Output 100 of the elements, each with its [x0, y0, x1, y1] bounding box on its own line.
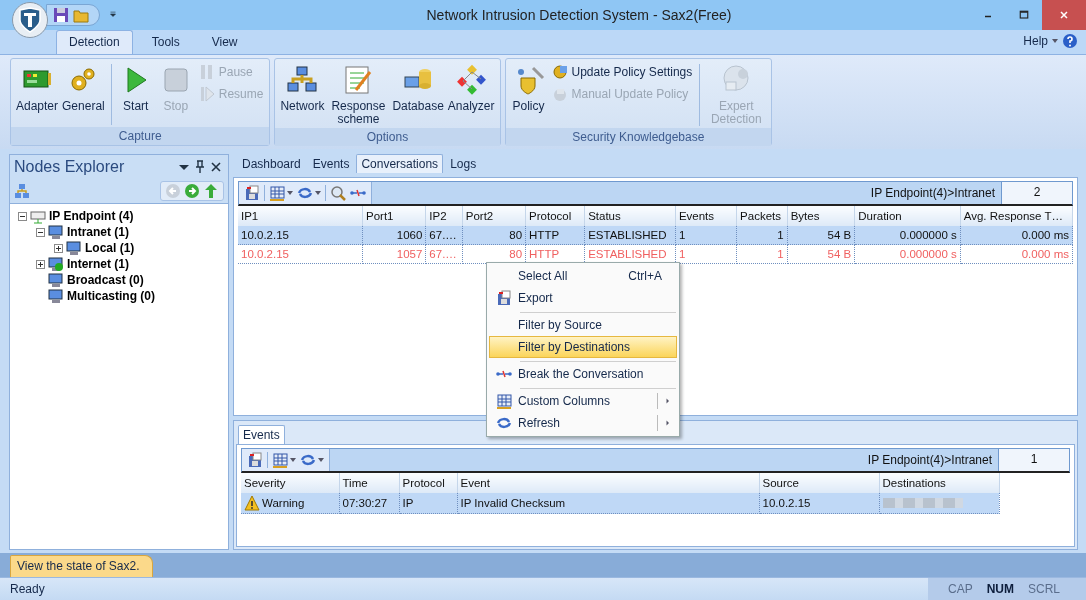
- document-tab[interactable]: Conversations: [356, 154, 444, 173]
- help-icon: [1062, 33, 1078, 49]
- ribbon-button[interactable]: Policy: [508, 62, 549, 115]
- refresh-icon: [297, 185, 313, 201]
- column-header[interactable]: Packets: [736, 206, 788, 226]
- folder-icon: [73, 7, 89, 23]
- floppy-export-icon: [244, 185, 260, 201]
- export-button[interactable]: [247, 452, 263, 468]
- table-cell: IP Invalid Checksum: [457, 493, 759, 514]
- up-button[interactable]: [203, 183, 219, 199]
- column-header[interactable]: Severity: [241, 473, 339, 493]
- column-header[interactable]: Avg. Response T…: [960, 206, 1073, 226]
- column-header[interactable]: Protocol: [525, 206, 585, 226]
- warning-icon: [244, 495, 260, 511]
- network-icon: [14, 183, 30, 199]
- column-header[interactable]: Protocol: [399, 473, 457, 493]
- table-cell: 1057: [362, 244, 426, 264]
- collapse-toggle-icon[interactable]: [36, 227, 45, 237]
- document-tab[interactable]: Logs: [445, 154, 482, 173]
- table-cell: 1060: [362, 226, 426, 245]
- collapse-toggle-icon[interactable]: [18, 211, 27, 221]
- forward-button[interactable]: [184, 183, 200, 199]
- maximize-icon: [1018, 9, 1030, 21]
- ribbon-button[interactable]: Network: [278, 62, 327, 115]
- menu-item[interactable]: Select All Ctrl+A: [489, 265, 677, 287]
- table-cell: 67.…: [425, 244, 463, 264]
- menu-item[interactable]: Refresh: [489, 412, 677, 434]
- caret-icon: [1052, 39, 1058, 43]
- panel-title: Nodes Explorer: [14, 158, 126, 176]
- column-header[interactable]: Source: [759, 473, 879, 493]
- ribbon-button[interactable]: Start: [115, 62, 156, 115]
- ribbon-button[interactable]: Response scheme: [326, 62, 391, 128]
- tree-item[interactable]: Internet (1): [67, 257, 129, 271]
- columns-button[interactable]: [272, 452, 296, 468]
- table-cell: IP: [399, 493, 457, 514]
- submenu-arrow-icon: [664, 418, 672, 428]
- columns-button[interactable]: [269, 185, 293, 201]
- ribbon-button[interactable]: Database: [390, 62, 446, 115]
- tree-item[interactable]: Intranet (1): [67, 225, 129, 239]
- panel-tab[interactable]: Events: [238, 425, 285, 444]
- globe-computer-icon: [48, 256, 64, 272]
- ribbon-tab[interactable]: Tools: [138, 30, 193, 54]
- column-header[interactable]: Status: [584, 206, 676, 226]
- submenu-arrow-icon: [664, 396, 672, 406]
- refresh-icon: [300, 452, 316, 468]
- help-menu[interactable]: Help: [1023, 34, 1048, 48]
- column-header[interactable]: Port2: [462, 206, 526, 226]
- table-cell: 54 B: [787, 226, 855, 245]
- ribbon-tab[interactable]: Detection: [56, 30, 133, 54]
- table-cell: 0.000 ms: [960, 244, 1073, 264]
- app-logo[interactable]: [12, 2, 48, 38]
- ribbon-button[interactable]: Analyzer: [445, 62, 497, 115]
- column-header[interactable]: Destinations: [879, 473, 999, 493]
- computer-icon: [66, 240, 82, 256]
- export-button[interactable]: [244, 185, 260, 201]
- menu-item[interactable]: Filter by Destinations: [489, 336, 677, 358]
- table-cell: 0.000000 s: [854, 244, 961, 264]
- column-header[interactable]: IP1: [238, 206, 363, 226]
- table-icon: [269, 185, 285, 201]
- refresh-button[interactable]: [300, 452, 324, 468]
- breadcrumb: IP Endpoint(4)>Intranet: [867, 453, 993, 467]
- column-header[interactable]: Time: [339, 473, 399, 493]
- document-tab[interactable]: View the state of Sax2.: [10, 555, 153, 577]
- column-header[interactable]: Event: [457, 473, 759, 493]
- tree-item[interactable]: IP Endpoint (4): [49, 209, 134, 223]
- column-header[interactable]: Events: [675, 206, 737, 226]
- count-field: 1: [998, 449, 1069, 471]
- menu-item[interactable]: Export: [489, 287, 677, 309]
- document-tab[interactable]: Dashboard: [237, 154, 306, 173]
- expand-toggle-icon[interactable]: [36, 259, 45, 269]
- group-title: Security Knowledgebase: [505, 128, 772, 146]
- tree-item[interactable]: Broadcast (0): [67, 273, 144, 287]
- table-cell: 67.…: [425, 226, 463, 245]
- ribbon-button[interactable]: Update Policy Settings: [548, 62, 696, 82]
- ribbon-tab[interactable]: View: [198, 30, 251, 54]
- table-cell: 07:30:27: [339, 493, 399, 514]
- router-icon: [30, 208, 46, 224]
- status-text: Ready: [9, 582, 46, 596]
- computer-icon: [48, 224, 64, 240]
- expand-toggle-icon[interactable]: [54, 243, 63, 253]
- save-button[interactable]: [53, 7, 69, 23]
- column-header[interactable]: IP2: [425, 206, 463, 226]
- column-header[interactable]: Duration: [854, 206, 961, 226]
- column-header[interactable]: Bytes: [787, 206, 855, 226]
- key-indicator: CAP: [947, 582, 973, 596]
- column-header[interactable]: Port1: [362, 206, 426, 226]
- table-cell: ESTABLISHED: [584, 226, 676, 245]
- group-title: Options: [275, 128, 500, 146]
- search-button[interactable]: [330, 185, 346, 201]
- refresh-button[interactable]: [297, 185, 321, 201]
- floppy-export-icon: [496, 290, 512, 306]
- ribbon-button[interactable]: Adapter: [14, 62, 61, 115]
- table-cell: 1: [675, 226, 737, 245]
- tree-item[interactable]: Multicasting (0): [67, 289, 155, 303]
- table-cell: HTTP: [525, 226, 585, 245]
- table-cell: 10.0.2.15: [238, 226, 363, 245]
- network-button[interactable]: [14, 183, 30, 199]
- ribbon-button[interactable]: General: [60, 62, 107, 115]
- document-tab[interactable]: Events: [307, 154, 355, 173]
- tree-item[interactable]: Local (1): [85, 241, 135, 255]
